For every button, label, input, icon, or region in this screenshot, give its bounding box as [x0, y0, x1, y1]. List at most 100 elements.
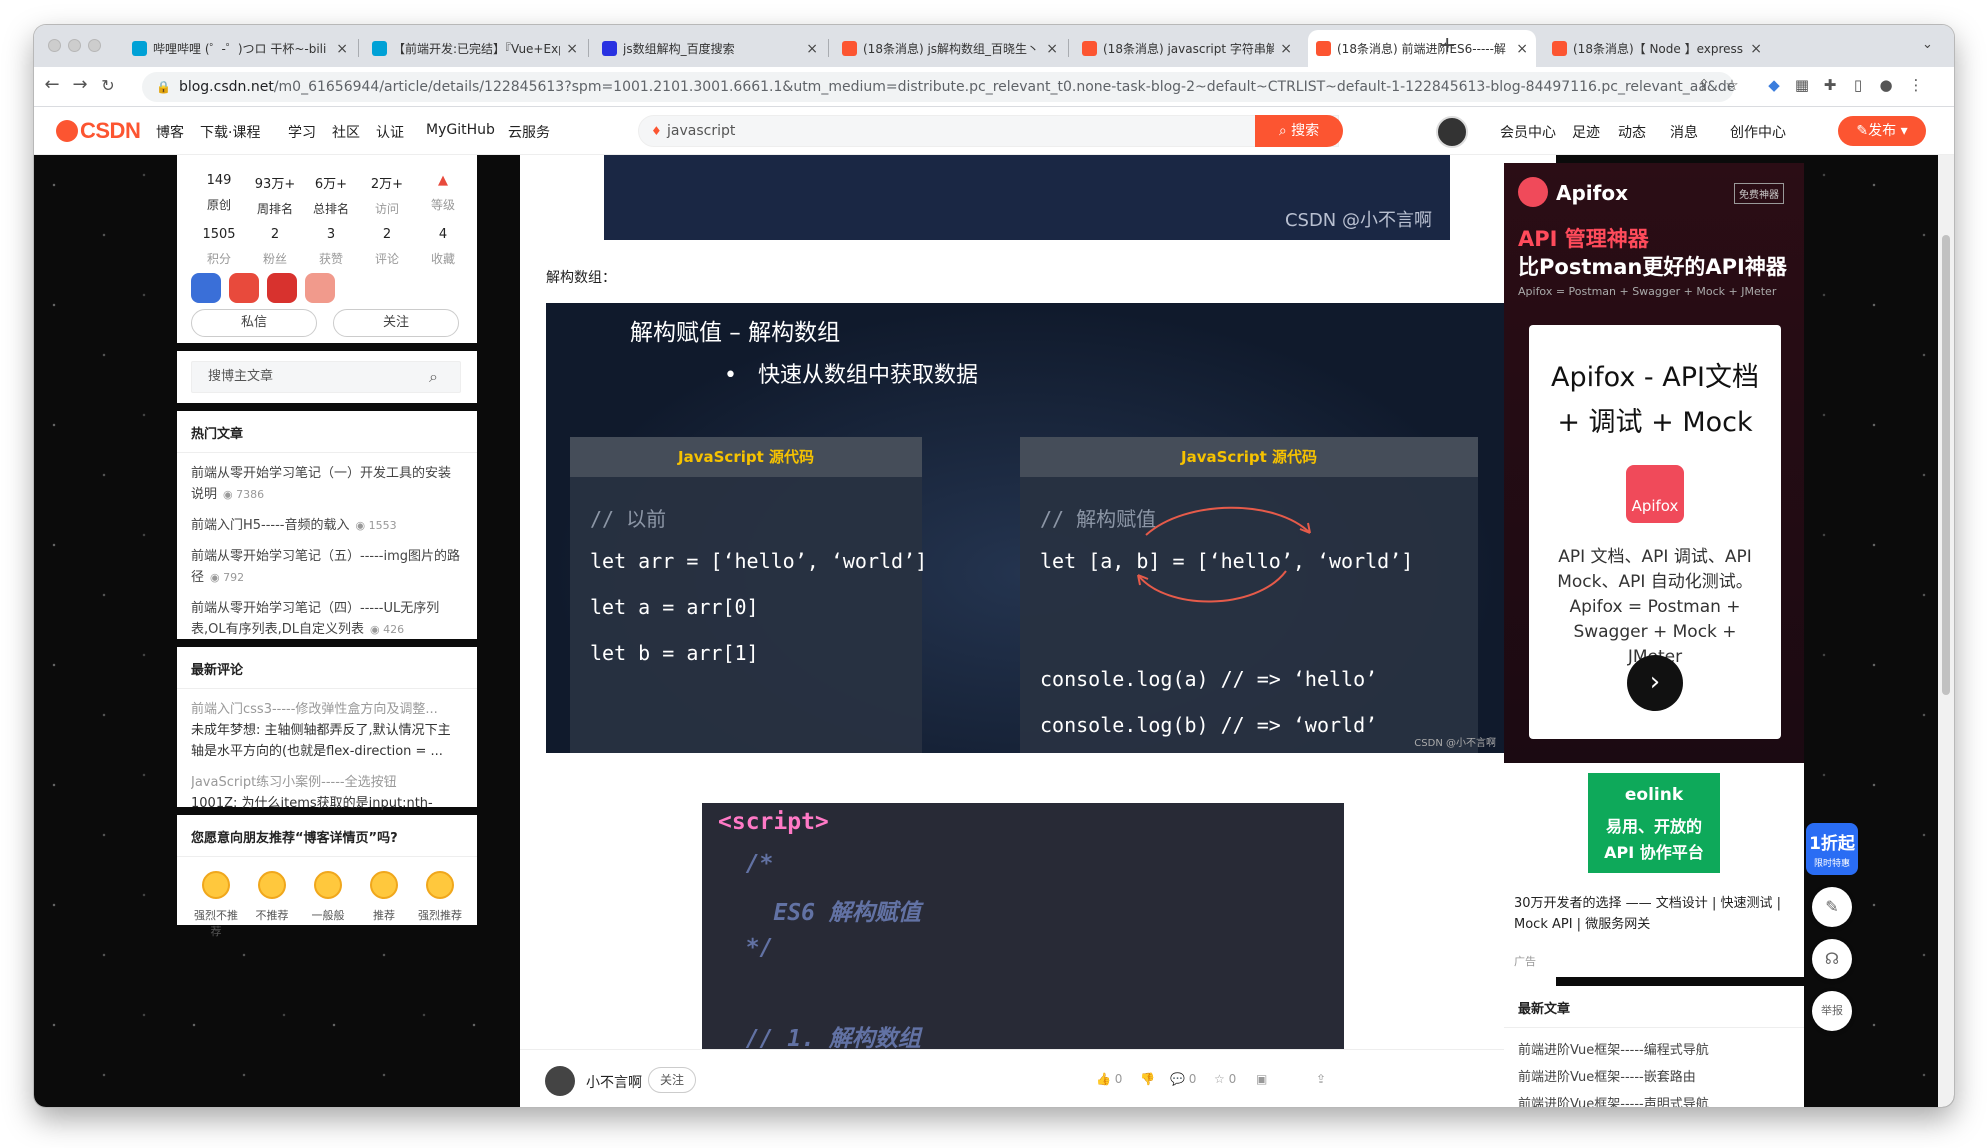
close-icon[interactable]: × [1516, 41, 1528, 57]
comment-text[interactable]: 未成年梦想: 主轴侧轴都弄反了,默认情况下主轴是水平方向的(也就是flex-di… [191, 720, 463, 762]
message-button[interactable]: 私信 [191, 309, 317, 337]
recommend-option[interactable]: 强烈推荐 [415, 871, 465, 923]
follow-button[interactable]: 关注 [333, 309, 459, 337]
side-panel-icon[interactable]: ▯ [1848, 76, 1868, 96]
zoom-window-dot[interactable] [88, 39, 101, 52]
reload-icon[interactable]: ↻ [96, 76, 120, 95]
profile-stat[interactable]: 2万+ 访问 [359, 173, 415, 217]
pane-header: JavaScript 源代码 [570, 437, 922, 477]
site-search-input[interactable]: ♦ javascript [638, 115, 1339, 147]
comment-article-link[interactable]: 前端入门css3-----修改弹性盒方向及调整... [191, 699, 463, 720]
profile-stat[interactable]: 93万+ 周排名 [247, 173, 303, 217]
nav-link[interactable]: MyGitHub [426, 122, 495, 138]
latest-article-link[interactable]: 前端进阶Vue框架-----声明式导航 [1518, 1094, 1790, 1107]
tab-list-chevron-icon[interactable]: ⌄ [1922, 37, 1933, 52]
chevron-right-icon[interactable]: › [1627, 655, 1683, 711]
url-field[interactable]: 🔒 blog.csdn.net/m0_61656944/article/deta… [142, 72, 1734, 102]
minimize-window-dot[interactable] [68, 39, 81, 52]
close-icon[interactable]: × [1046, 41, 1058, 57]
badge-icon[interactable] [229, 273, 259, 303]
back-icon[interactable]: ← [40, 74, 64, 95]
share-icon[interactable]: ⇪ [1316, 1072, 1326, 1086]
close-icon[interactable]: × [336, 41, 348, 57]
header-link[interactable]: 创作中心 [1730, 122, 1786, 142]
promo-badge[interactable]: 1折起 限时特惠 [1806, 823, 1858, 875]
comment-button[interactable]: 💬 0 [1170, 1072, 1196, 1086]
new-tab-button[interactable]: + [1438, 33, 1456, 58]
reward-icon[interactable]: ▣ [1256, 1072, 1267, 1086]
support-headset-icon[interactable]: ☊ [1812, 939, 1852, 979]
hot-article-link[interactable]: 前端从零开始学习笔记（五）-----img图片的路径 ◉ 792 [191, 546, 463, 588]
nav-link[interactable]: 博客 [156, 122, 184, 142]
csdn-logo[interactable]: CSDN [56, 118, 141, 144]
author-avatar[interactable] [545, 1066, 575, 1096]
profile-stat[interactable]: 2 评论 [359, 227, 415, 267]
profile-icon[interactable]: ● [1876, 76, 1896, 96]
author-name[interactable]: 小不言啊 [586, 1072, 642, 1092]
share-icon[interactable]: ⇪ [1694, 76, 1714, 96]
profile-stat[interactable]: 3 获赞 [303, 227, 359, 267]
profile-stat[interactable]: 149 原创 [191, 173, 247, 213]
profile-stat[interactable]: 2 粉丝 [247, 227, 303, 267]
author-follow-button[interactable]: 关注 [648, 1067, 696, 1093]
extension-icon[interactable]: ◆ [1764, 76, 1784, 96]
edit-icon[interactable]: ✎ [1812, 887, 1852, 927]
recommend-option[interactable]: 一般般 [303, 871, 353, 923]
menu-icon[interactable]: ⋮ [1906, 76, 1926, 96]
latest-article-link[interactable]: 前端进阶Vue框架-----嵌套路由 [1518, 1067, 1790, 1088]
browser-tab[interactable]: (18条消息) javascript 字符串解构 × [1074, 30, 1300, 67]
eolink-ad[interactable]: eolink 易用、开放的 API 协作平台 30万开发者的选择 —— 文档设计… [1504, 763, 1804, 977]
nav-link[interactable]: 认证 [376, 122, 404, 142]
browser-tab[interactable]: (18条消息) 前端进阶ES6-----解 × [1308, 30, 1536, 67]
hot-article-link[interactable]: 前端入门H5-----音频的载入 ◉ 1553 [191, 515, 463, 536]
badge-icon[interactable] [267, 273, 297, 303]
scrollbar-thumb[interactable] [1942, 235, 1950, 695]
recommend-option[interactable]: 推荐 [359, 871, 409, 923]
like-button[interactable]: 👍 0 [1096, 1072, 1122, 1086]
page-scrollbar[interactable] [1938, 155, 1954, 1107]
browser-tab[interactable]: 【前端开发:已完结】『Vue+Exp × [364, 30, 586, 67]
collect-button[interactable]: ☆ 0 [1214, 1072, 1236, 1086]
close-icon[interactable]: × [566, 41, 578, 57]
bookmark-star-icon[interactable]: ☆ [1722, 76, 1742, 96]
hot-article-link[interactable]: 前端从零开始学习笔记（四）-----UL无序列表,OL有序列表,DL自定义列表 ◉… [191, 598, 463, 640]
puzzle-icon[interactable]: ✚ [1820, 76, 1840, 96]
profile-stat[interactable]: ▲ 等级 [415, 173, 471, 213]
browser-tab[interactable]: js数组解构_百度搜索 × [594, 30, 826, 67]
badge-icon[interactable] [305, 273, 335, 303]
nav-link[interactable]: 学习 [288, 122, 316, 142]
badge-icon[interactable] [191, 273, 221, 303]
profile-stat[interactable]: 1505 积分 [191, 227, 247, 267]
search-button[interactable]: ⌕ 搜索 [1255, 115, 1343, 147]
latest-article-link[interactable]: 前端进阶Vue框架-----编程式导航 [1518, 1040, 1790, 1061]
recommend-option[interactable]: 不推荐 [247, 871, 297, 923]
hot-article-link[interactable]: 前端从零开始学习笔记（一）开发工具的安装说明 ◉ 7386 [191, 463, 463, 505]
user-avatar[interactable] [1436, 116, 1468, 148]
close-icon[interactable]: × [806, 41, 818, 57]
close-window-dot[interactable] [48, 39, 61, 52]
header-link[interactable]: 消息 [1670, 122, 1698, 142]
report-button[interactable]: 举报 [1812, 991, 1852, 1031]
recommend-option[interactable]: 强烈不推荐 [191, 871, 241, 939]
browser-tab[interactable]: (18条消息)【 Node 】express × [1544, 30, 1770, 67]
header-link[interactable]: 足迹 [1572, 122, 1600, 142]
search-icon[interactable]: ⌕ [429, 367, 438, 387]
nav-link[interactable]: 社区 [332, 122, 360, 142]
browser-tab[interactable]: 哔哩哔哩 (゜-゜)つロ 干杯~-bili × [124, 30, 356, 67]
apifox-ad[interactable]: Apifox 免费神器 API 管理神器 比Postman更好的API神器 Ap… [1504, 163, 1804, 763]
dislike-icon[interactable]: 👎 [1140, 1072, 1155, 1086]
nav-link[interactable]: 云服务 [508, 122, 550, 142]
blog-search-input[interactable]: 搜博主文章 [191, 361, 461, 393]
profile-stat[interactable]: 6万+ 总排名 [303, 173, 359, 217]
close-icon[interactable]: × [1280, 41, 1292, 57]
browser-tab[interactable]: (18条消息) js解构数组_百晓生丶 × [834, 30, 1066, 67]
header-link[interactable]: 动态 [1618, 122, 1646, 142]
profile-stat[interactable]: 4 收藏 [415, 227, 471, 267]
header-link[interactable]: 会员中心 [1500, 122, 1556, 142]
extension-icon[interactable]: ▦ [1792, 76, 1812, 96]
forward-icon[interactable]: → [68, 74, 92, 95]
publish-button[interactable]: ✎发布 ▾ [1838, 116, 1926, 146]
comment-article-link[interactable]: JavaScript练习小案例-----全选按钮 [191, 772, 463, 793]
nav-link[interactable]: 下载·课程 [200, 122, 260, 142]
close-icon[interactable]: × [1750, 41, 1762, 57]
